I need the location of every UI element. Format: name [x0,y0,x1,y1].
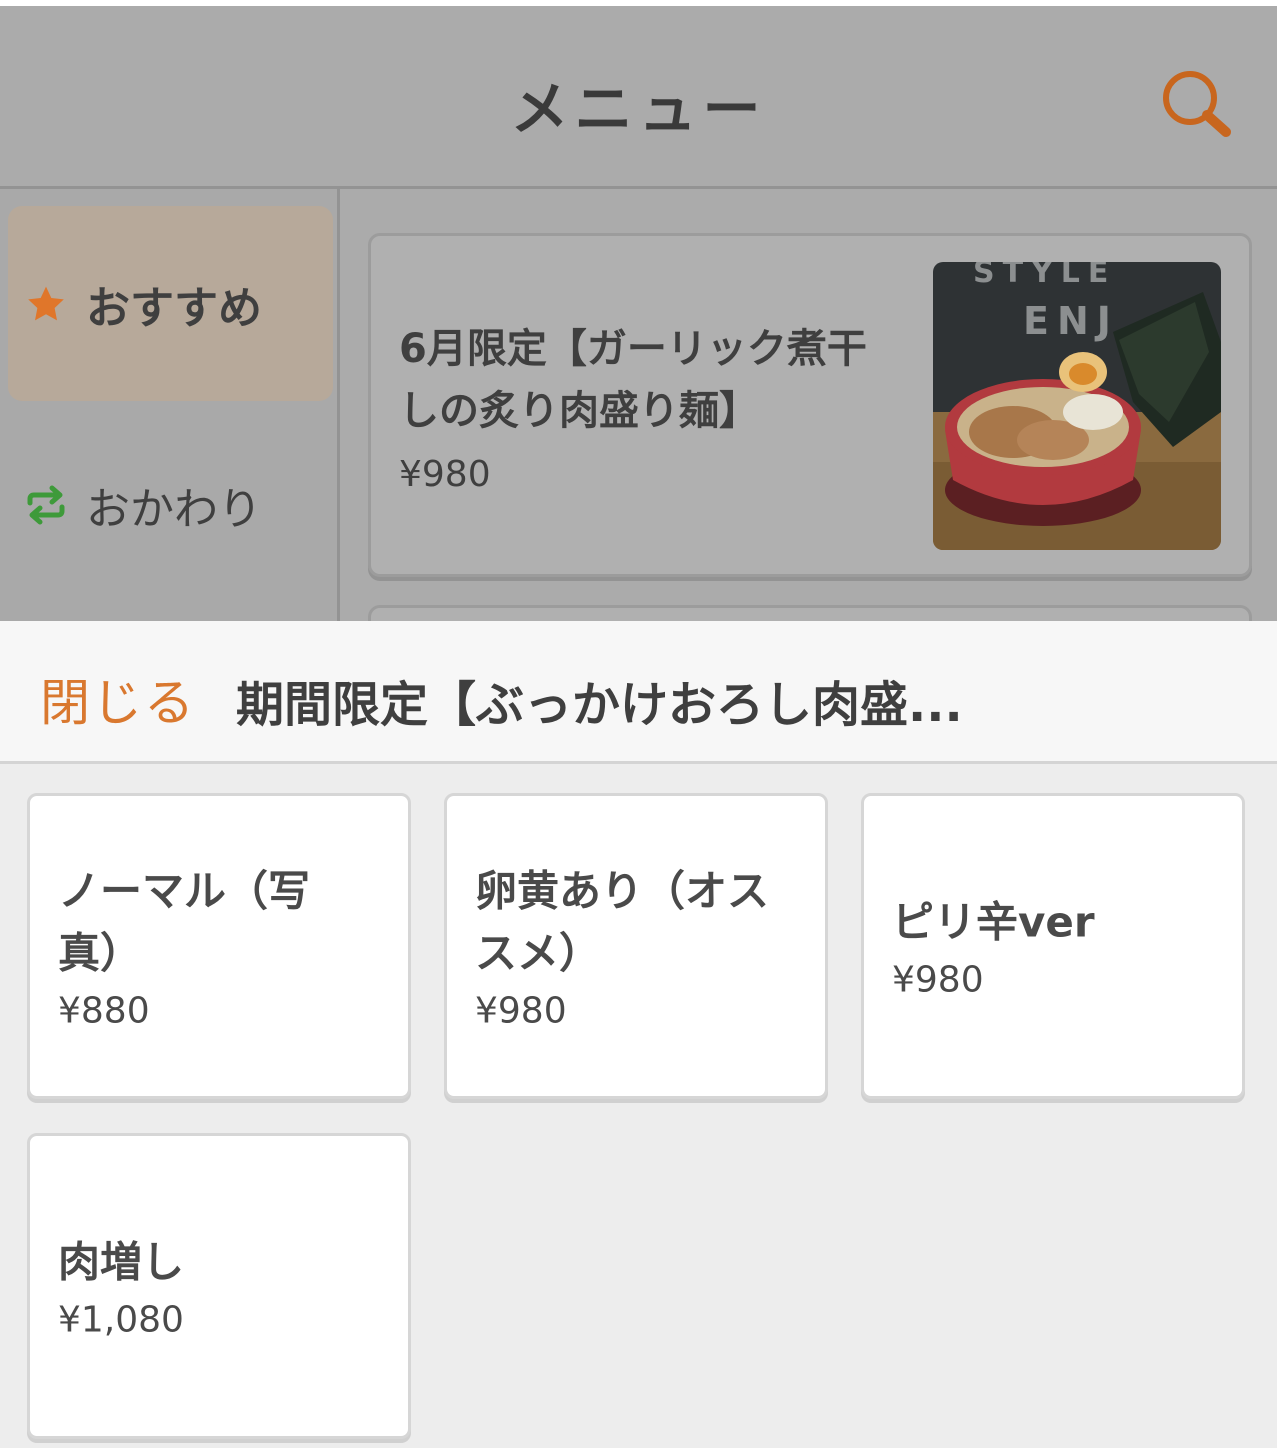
option-label: 肉増し [58,1237,185,1287]
page-title: メニュー [510,75,767,143]
option-label: ノーマル（写真） [58,866,311,978]
ramen-photo: STYLE ENJ [933,262,1221,550]
menu-item-card[interactable] [368,605,1252,621]
option-card-normal[interactable]: ノーマル（写真） ¥880 [27,793,411,1099]
close-button[interactable]: 閉じる [40,663,196,735]
option-sheet-header: 閉じる 期間限定【ぶっかけおろし肉盛... [0,621,1277,764]
sidebar-item-label: おすすめ [86,282,262,334]
sidebar-item-refill[interactable]: おかわり [8,407,333,602]
star-icon [22,280,70,328]
option-price: ¥1,080 [58,1299,184,1341]
menu-item-price: ¥980 [399,454,491,495]
option-price: ¥980 [892,959,984,1001]
menu-item-card[interactable]: 6月限定【ガーリック煮干しの炙り肉盛り麺】 ¥980 STYLE ENJ [368,233,1252,577]
sheet-title: 期間限定【ぶっかけおろし肉盛... [236,677,963,733]
search-button[interactable] [1158,66,1238,146]
option-text: ノーマル（写真） ¥880 [58,861,368,1032]
option-label: ピリ辛ver [892,897,1095,947]
sidebar-item-label: おかわり [86,483,262,535]
menu-list: 6月限定【ガーリック煮干しの炙り肉盛り麺】 ¥980 STYLE ENJ [340,189,1277,621]
svg-text:STYLE: STYLE [973,262,1116,290]
menu-item-title: 6月限定【ガーリック煮干しの炙り肉盛り麺】 [399,326,867,434]
option-text: ピリ辛ver ¥980 [892,892,1202,1001]
option-price: ¥980 [475,990,567,1032]
sidebar-item-recommended[interactable]: おすすめ [8,206,333,401]
svg-text:ENJ: ENJ [1023,299,1119,343]
repeat-icon [22,481,70,529]
option-card-egg-yolk[interactable]: 卵黄あり（オススメ） ¥980 [444,793,828,1099]
category-sidebar: おすすめ おかわり [0,189,340,621]
option-card-extra-meat[interactable]: 肉増し ¥1,080 [27,1133,411,1439]
search-icon [1163,71,1231,137]
option-text: 肉増し ¥1,080 [58,1232,368,1341]
app-header: メニュー [0,6,1277,189]
option-card-spicy[interactable]: ピリ辛ver ¥980 [861,793,1245,1099]
option-label: 卵黄あり（オススメ） [475,866,770,978]
option-text: 卵黄あり（オススメ） ¥980 [475,861,785,1032]
option-price: ¥880 [58,990,150,1032]
